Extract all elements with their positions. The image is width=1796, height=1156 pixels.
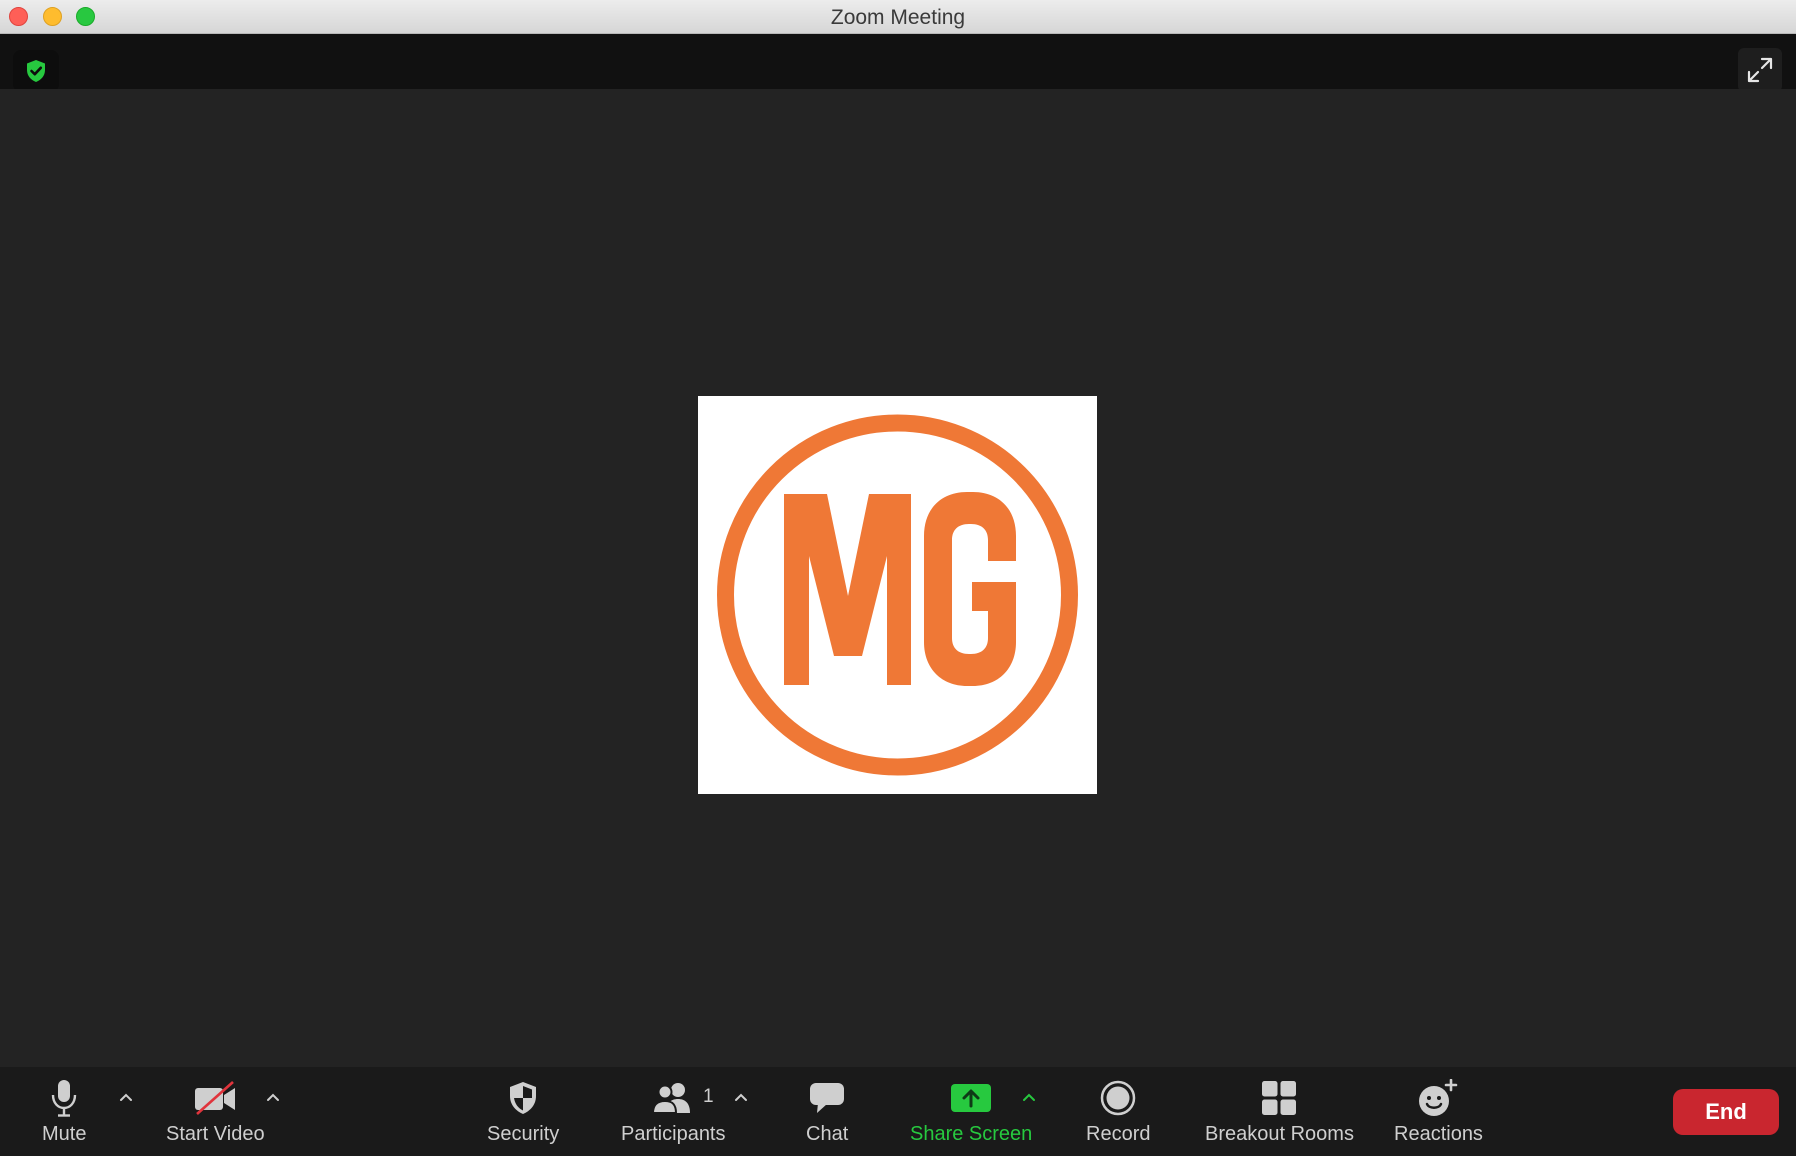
- start-video-label: Start Video: [166, 1123, 265, 1145]
- chat-icon: [810, 1083, 845, 1113]
- end-meeting-button[interactable]: End: [1673, 1089, 1779, 1135]
- reactions-icon: [1419, 1079, 1458, 1116]
- meeting-top-bar: [0, 34, 1796, 92]
- mg-logo: [717, 414, 1078, 776]
- security-label: Security: [487, 1123, 560, 1145]
- enter-fullscreen-button[interactable]: [1738, 48, 1782, 92]
- chevron-up-icon: [120, 1093, 132, 1101]
- breakout-rooms-icon: [1262, 1081, 1297, 1115]
- share-screen-icon: [951, 1084, 992, 1112]
- chat-label: Chat: [806, 1123, 849, 1145]
- microphone-icon: [52, 1080, 77, 1117]
- start-video-button[interactable]: Start Video: [166, 1077, 265, 1146]
- video-off-icon: [195, 1081, 236, 1115]
- participants-icon: [652, 1083, 691, 1114]
- shield-check-icon: [27, 60, 45, 82]
- title-bar: Zoom Meeting: [0, 0, 1796, 34]
- record-label: Record: [1086, 1123, 1151, 1145]
- audio-options-caret[interactable]: [116, 1087, 136, 1107]
- breakout-rooms-button[interactable]: Breakout Rooms: [1205, 1077, 1354, 1146]
- window-title: Zoom Meeting: [830, 6, 966, 29]
- video-stage: [0, 89, 1796, 1067]
- chevron-up-icon: [267, 1093, 279, 1101]
- security-button[interactable]: Security: [487, 1077, 559, 1146]
- participant-avatar-tile: [698, 396, 1097, 794]
- participants-options-caret[interactable]: [731, 1087, 751, 1107]
- chat-button[interactable]: Chat: [806, 1077, 848, 1146]
- shield-icon: [510, 1082, 537, 1114]
- breakout-rooms-label: Breakout Rooms: [1205, 1123, 1354, 1145]
- zoom-window: Zoom Meeting Mute Start Video Security P…: [0, 0, 1796, 1156]
- share-screen-button[interactable]: Share Screen: [910, 1077, 1032, 1146]
- reactions-label: Reactions: [1394, 1123, 1483, 1145]
- participants-count: 1: [703, 1086, 714, 1107]
- share-screen-label: Share Screen: [910, 1123, 1033, 1145]
- participants-label: Participants: [621, 1123, 726, 1145]
- mute-button[interactable]: Mute: [42, 1077, 86, 1146]
- video-options-caret[interactable]: [263, 1087, 283, 1107]
- fullscreen-icon: [1747, 57, 1773, 83]
- chevron-up-icon: [1023, 1093, 1035, 1101]
- encryption-indicator-button[interactable]: [13, 50, 59, 92]
- share-options-caret[interactable]: [1019, 1087, 1039, 1107]
- record-button[interactable]: Record: [1086, 1077, 1150, 1146]
- record-icon: [1100, 1080, 1136, 1116]
- chevron-up-icon: [735, 1093, 747, 1101]
- meeting-toolbar: Mute Start Video Security Participants 1…: [0, 1067, 1796, 1156]
- reactions-button[interactable]: Reactions: [1394, 1077, 1483, 1146]
- mute-label: Mute: [42, 1123, 87, 1145]
